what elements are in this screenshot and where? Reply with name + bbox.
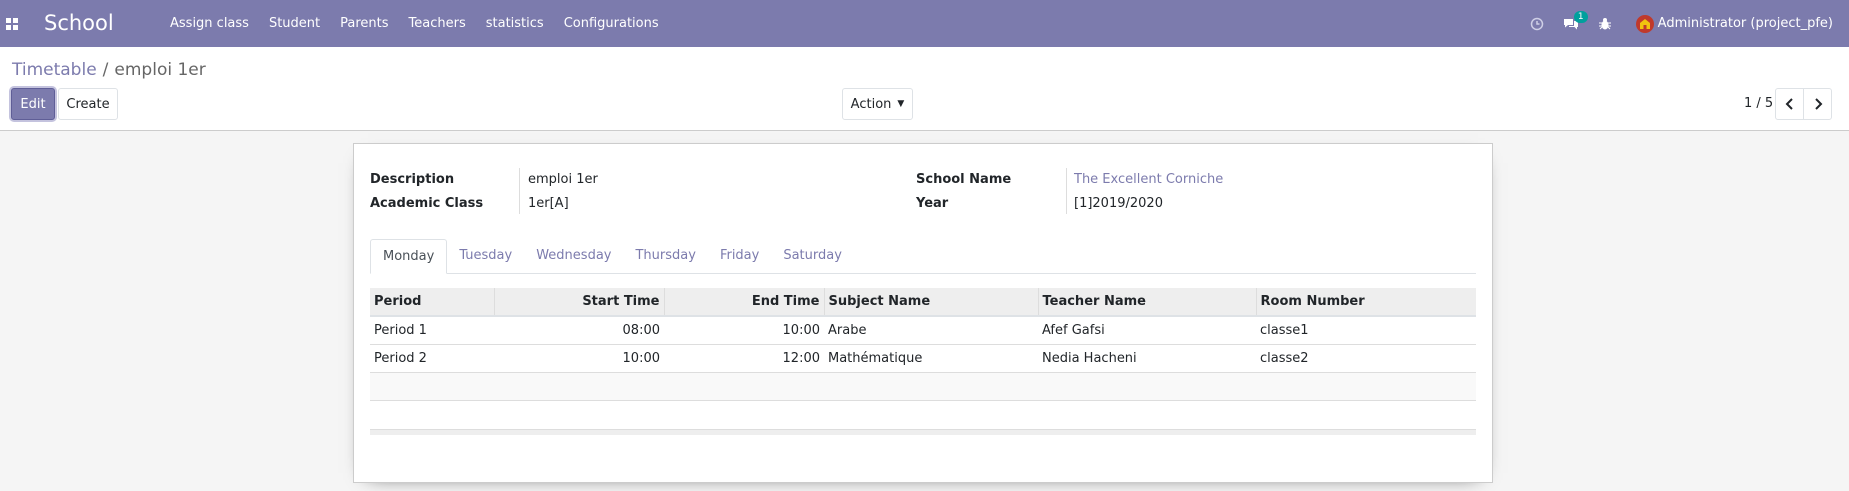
tab-thursday[interactable]: Thursday — [623, 239, 707, 273]
field-separator — [519, 168, 520, 214]
cell-subject: Mathématique — [824, 343, 1038, 372]
academic-class-label: Academic Class — [370, 196, 484, 211]
create-button[interactable]: Create — [58, 88, 118, 120]
breadcrumb-separator: / — [102, 60, 109, 80]
table-row[interactable]: Period 1 08:00 10:00 Arabe Afef Gafsi cl… — [370, 315, 1476, 344]
menu-item-configurations[interactable]: Configurations — [554, 0, 669, 47]
tab-wednesday[interactable]: Wednesday — [524, 239, 623, 273]
pager-value[interactable]: 1 / 5 — [1744, 96, 1773, 111]
cell-start-time: 10:00 — [494, 343, 664, 372]
messages-icon[interactable]: 1 — [1560, 10, 1588, 35]
table-row[interactable]: Period 2 10:00 12:00 Mathématique Nedia … — [370, 343, 1476, 372]
cell-room: classe1 — [1256, 315, 1476, 344]
breadcrumb-current: emploi 1er — [114, 60, 206, 80]
action-dropdown[interactable]: Action ▼ — [842, 88, 913, 120]
column-header-end-time[interactable]: End Time — [663, 288, 824, 317]
school-name-label: School Name — [916, 172, 1012, 187]
user-name: Administrator (project_pfe) — [1657, 16, 1833, 31]
messages-badge: 1 — [1573, 10, 1588, 23]
activity-clock-icon[interactable] — [1526, 13, 1548, 35]
app-brand[interactable]: School — [44, 11, 114, 35]
year-field[interactable]: [1]2019/2020 — [1074, 196, 1163, 211]
column-header-period[interactable]: Period — [370, 288, 494, 317]
cell-teacher: Afef Gafsi — [1038, 315, 1256, 344]
edit-button[interactable]: Edit — [11, 88, 55, 120]
systray: 1 Administrator (project_pfe) — [1526, 0, 1849, 47]
column-header-room-number[interactable]: Room Number — [1255, 288, 1476, 317]
chevron-right-icon — [1814, 98, 1822, 110]
column-header-subject-name[interactable]: Subject Name — [823, 288, 1038, 317]
menu-item-student[interactable]: Student — [259, 0, 330, 47]
form-sheet: Description emploi 1er Academic Class 1e… — [353, 143, 1493, 483]
menu-item-parents[interactable]: Parents — [330, 0, 398, 47]
tab-monday[interactable]: Monday — [370, 239, 448, 274]
pager-previous-button[interactable] — [1775, 88, 1804, 120]
pager-next-button[interactable] — [1803, 88, 1832, 120]
cell-subject: Arabe — [824, 315, 1038, 344]
table-header-row: Period Start Time End Time Subject Name … — [370, 288, 1476, 317]
tab-tuesday[interactable]: Tuesday — [447, 239, 524, 273]
school-name-link[interactable]: The Excellent Corniche — [1074, 172, 1223, 187]
table-footer — [370, 429, 1476, 435]
chevron-left-icon — [1785, 98, 1793, 110]
year-label: Year — [916, 196, 949, 211]
debug-bug-icon[interactable] — [1594, 13, 1616, 35]
main-menu: Assign class Student Parents Teachers st… — [160, 0, 669, 47]
description-field[interactable]: emploi 1er — [528, 172, 598, 187]
tab-saturday[interactable]: Saturday — [771, 239, 854, 273]
day-tabs: Monday Tuesday Wednesday Thursday Friday… — [370, 239, 1476, 274]
column-header-teacher-name[interactable]: Teacher Name — [1037, 288, 1256, 317]
breadcrumb-timetable-link[interactable]: Timetable — [12, 60, 97, 80]
cell-start-time: 08:00 — [494, 315, 664, 344]
top-navbar: School Assign class Student Parents Teac… — [0, 0, 1849, 47]
apps-menu-icon[interactable] — [6, 18, 18, 30]
breadcrumb: Timetable / emploi 1er — [12, 60, 206, 80]
cell-end-time: 12:00 — [664, 343, 824, 372]
cell-teacher: Nedia Hacheni — [1038, 343, 1256, 372]
menu-item-teachers[interactable]: Teachers — [399, 0, 476, 47]
user-menu[interactable]: Administrator (project_pfe) — [1635, 14, 1833, 33]
menu-item-statistics[interactable]: statistics — [476, 0, 554, 47]
field-separator — [1066, 168, 1067, 214]
academic-class-field[interactable]: 1er[A] — [528, 196, 569, 211]
cell-end-time: 10:00 — [664, 315, 824, 344]
cell-period: Period 1 — [370, 315, 494, 344]
action-label: Action — [850, 96, 892, 112]
timetable-lines-table: Period Start Time End Time Subject Name … — [370, 288, 1476, 428]
tab-friday[interactable]: Friday — [708, 239, 771, 273]
caret-down-icon: ▼ — [897, 99, 905, 109]
empty-row — [370, 399, 1476, 428]
empty-row — [370, 371, 1476, 400]
column-header-start-time[interactable]: Start Time — [493, 288, 664, 317]
cell-room: classe2 — [1256, 343, 1476, 372]
description-label: Description — [370, 172, 455, 187]
cell-period: Period 2 — [370, 343, 494, 372]
menu-item-assign-class[interactable]: Assign class — [160, 0, 259, 47]
user-avatar — [1635, 14, 1654, 33]
